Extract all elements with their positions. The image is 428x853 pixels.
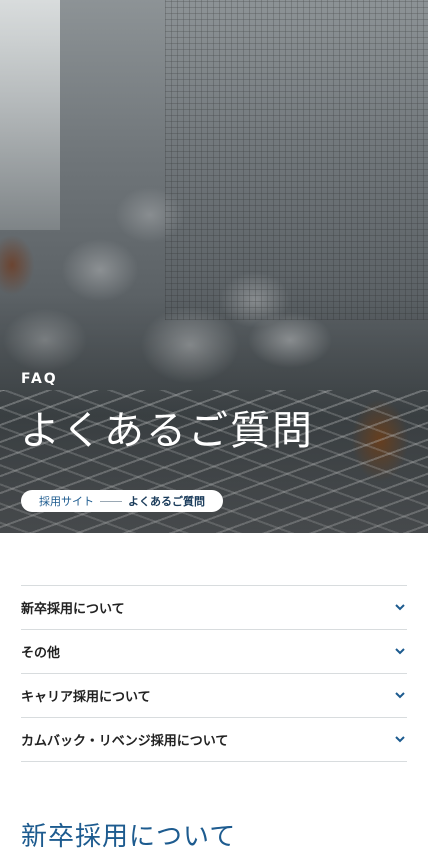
breadcrumb: 採用サイト よくあるご質問 bbox=[21, 490, 223, 512]
faq-category-label: その他 bbox=[21, 646, 61, 661]
breadcrumb-home-link[interactable]: 採用サイト bbox=[39, 493, 94, 509]
faq-category-label: 新卒採用について bbox=[21, 602, 125, 617]
section-heading: 新卒採用について bbox=[21, 822, 237, 852]
chevron-down-icon bbox=[393, 733, 407, 747]
chevron-down-icon bbox=[393, 645, 407, 659]
faq-category-label: カムバック・リベンジ採用について bbox=[21, 734, 229, 749]
faq-category-label: キャリア採用について bbox=[21, 690, 151, 705]
faq-category-new-graduate[interactable]: 新卒採用について bbox=[21, 586, 407, 630]
faq-category-list: 新卒採用について その他 キャリア採用について カムバック・リベンジ採用について bbox=[21, 585, 407, 762]
hero-label: FAQ bbox=[21, 371, 58, 387]
page-title: よくあるご質問 bbox=[20, 408, 314, 454]
chevron-down-icon bbox=[393, 689, 407, 703]
faq-category-career[interactable]: キャリア採用について bbox=[21, 674, 407, 718]
breadcrumb-separator bbox=[100, 500, 122, 502]
breadcrumb-current: よくあるご質問 bbox=[128, 495, 205, 508]
chevron-down-icon bbox=[393, 601, 407, 615]
hero-banner: FAQ よくあるご質問 採用サイト よくあるご質問 bbox=[0, 0, 428, 533]
faq-category-comeback[interactable]: カムバック・リベンジ採用について bbox=[21, 718, 407, 762]
faq-category-other[interactable]: その他 bbox=[21, 630, 407, 674]
